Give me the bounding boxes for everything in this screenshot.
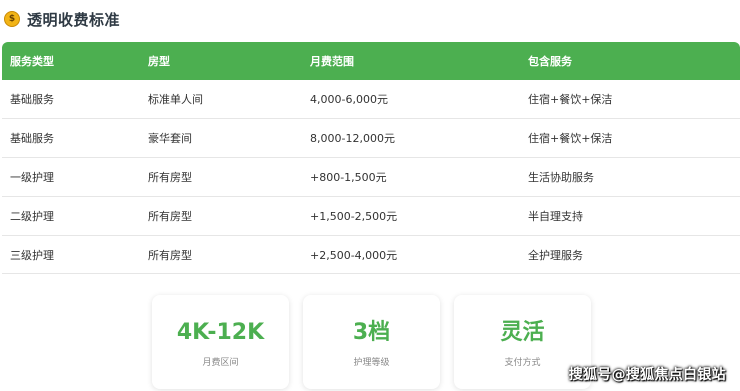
watermark: 搜狐号@搜狐焦点白银站 — [568, 367, 726, 383]
card-value: 3档 — [352, 320, 391, 345]
cell-room-type: 所有房型 — [140, 235, 302, 275]
cell-monthly-fee: +1,500-2,500元 — [302, 196, 520, 236]
table-row: 一级护理 所有房型 +800-1,500元 生活协助服务 — [2, 157, 740, 197]
cell-included-services: 半自理支持 — [520, 196, 740, 236]
summary-card-care-levels: 3档 护理等级 — [303, 295, 440, 389]
cell-included-services: 全护理服务 — [520, 235, 740, 275]
fee-table: 服务类型 房型 月费范围 包含服务 基础服务 标准单人间 4,000-6,000… — [2, 42, 740, 275]
card-label: 支付方式 — [504, 358, 541, 368]
cell-service-type: 三级护理 — [2, 235, 140, 275]
card-label: 月费区间 — [202, 358, 239, 368]
table-header-row: 服务类型 房型 月费范围 包含服务 — [2, 42, 740, 80]
cell-room-type: 所有房型 — [140, 196, 302, 236]
card-value: 4K-12K — [176, 320, 265, 345]
cell-monthly-fee: +800-1,500元 — [302, 157, 520, 197]
cell-room-type: 豪华套间 — [140, 118, 302, 159]
header-service-type: 服务类型 — [10, 55, 54, 68]
section-title: 透明收费标准 — [27, 10, 121, 29]
cell-monthly-fee: +2,500-4,000元 — [302, 235, 520, 275]
money-bag-icon: $ — [4, 11, 20, 27]
cell-service-type: 一级护理 — [2, 157, 140, 197]
section-header: $ 透明收费标准 — [0, 0, 740, 38]
cell-monthly-fee: 8,000-12,000元 — [302, 118, 520, 159]
fee-table-container: 服务类型 房型 月费范围 包含服务 基础服务 标准单人间 4,000-6,000… — [2, 42, 740, 275]
cell-room-type: 标准单人间 — [140, 80, 302, 120]
table-row: 二级护理 所有房型 +1,500-2,500元 半自理支持 — [2, 196, 740, 236]
card-label: 护理等级 — [353, 358, 390, 368]
cell-service-type: 二级护理 — [2, 196, 140, 236]
cell-monthly-fee: 4,000-6,000元 — [302, 80, 520, 120]
header-room-type: 房型 — [148, 55, 170, 68]
cell-room-type: 所有房型 — [140, 157, 302, 197]
card-value: 灵活 — [500, 320, 545, 345]
cell-service-type: 基础服务 — [2, 80, 140, 120]
table-row: 基础服务 豪华套间 8,000-12,000元 住宿+餐饮+保洁 — [2, 118, 740, 159]
summary-cards: 4K-12K 月费区间 3档 护理等级 灵活 支付方式 — [152, 295, 591, 389]
header-included-services: 包含服务 — [528, 55, 572, 68]
header-monthly-fee: 月费范围 — [310, 55, 354, 68]
cell-included-services: 住宿+餐饮+保洁 — [520, 80, 740, 120]
cell-included-services: 住宿+餐饮+保洁 — [520, 118, 740, 159]
summary-card-fee-range: 4K-12K 月费区间 — [152, 295, 289, 389]
cell-included-services: 生活协助服务 — [520, 157, 740, 197]
cell-service-type: 基础服务 — [2, 118, 140, 159]
table-row: 基础服务 标准单人间 4,000-6,000元 住宿+餐饮+保洁 — [2, 80, 740, 120]
table-row: 三级护理 所有房型 +2,500-4,000元 全护理服务 — [2, 235, 740, 275]
